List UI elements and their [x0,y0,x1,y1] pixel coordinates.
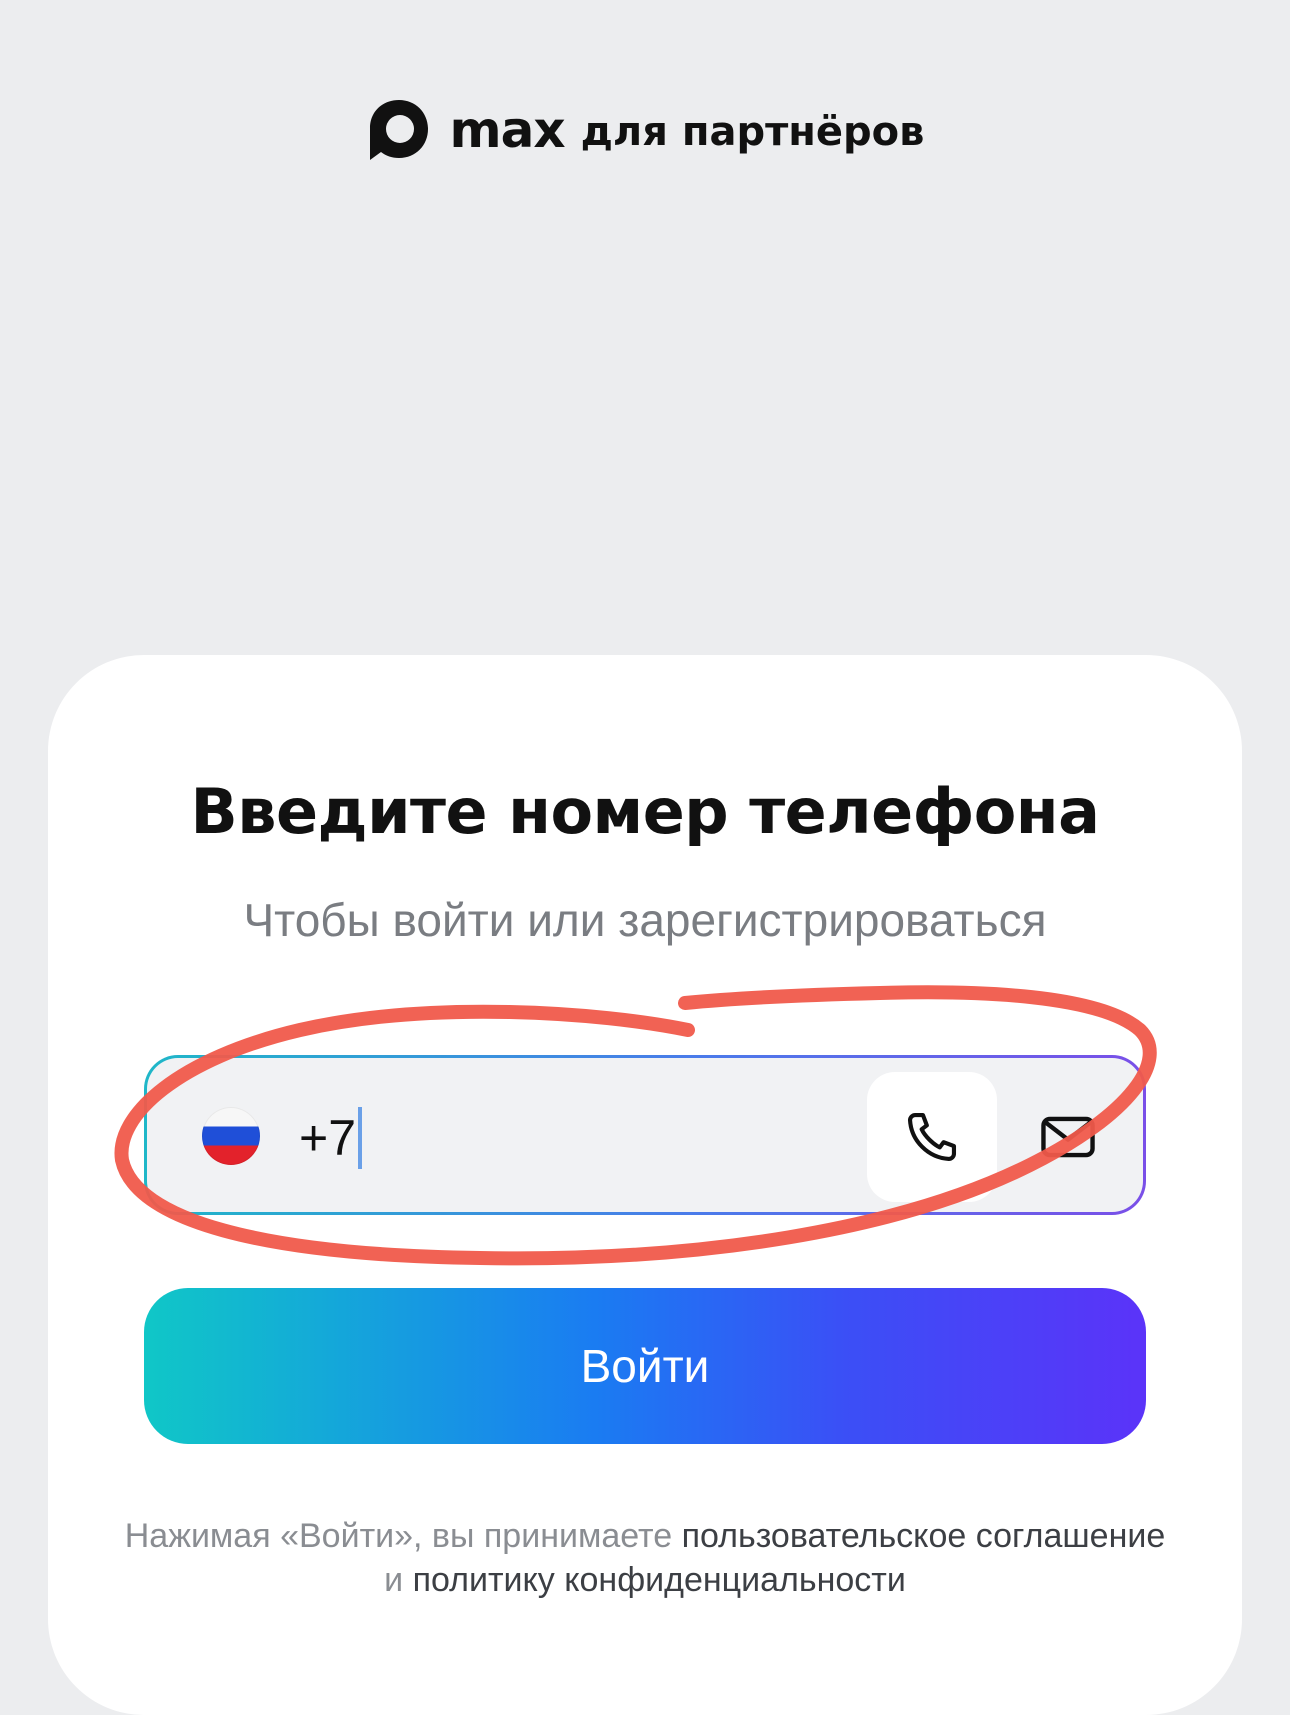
privacy-link[interactable]: политику конфиденциальности [413,1561,906,1599]
login-button[interactable]: Войти [144,1288,1146,1444]
phone-input-value: +7 [299,1110,357,1166]
brand-wordmark: max [449,101,566,159]
russia-flag-icon[interactable] [202,1107,260,1165]
phone-mode-button[interactable] [867,1072,997,1202]
terms-link[interactable]: пользовательское соглашение [682,1517,1166,1555]
email-mode-button[interactable] [1003,1072,1133,1202]
max-logo-icon [369,100,428,160]
legal-prefix: Нажимая «Войти», вы принимаете [124,1517,682,1555]
phone-input-field[interactable]: +7 [144,1055,1146,1215]
page-subtitle: Чтобы войти или зарегистрироваться [243,894,1047,946]
mail-icon [1041,1116,1095,1158]
page-title: Введите номер телефона [190,775,1100,848]
legal-joiner: и [384,1561,413,1599]
phone-icon [907,1112,957,1162]
login-button-label: Войти [580,1340,710,1392]
legal-notice: Нажимая «Войти», вы принимаете пользоват… [0,1514,1290,1602]
brand-header: max для партнёров [0,92,1290,168]
text-caret [358,1107,363,1169]
phone-input[interactable]: +7 [299,1107,363,1169]
brand-subtitle: для партнёров [580,109,925,155]
